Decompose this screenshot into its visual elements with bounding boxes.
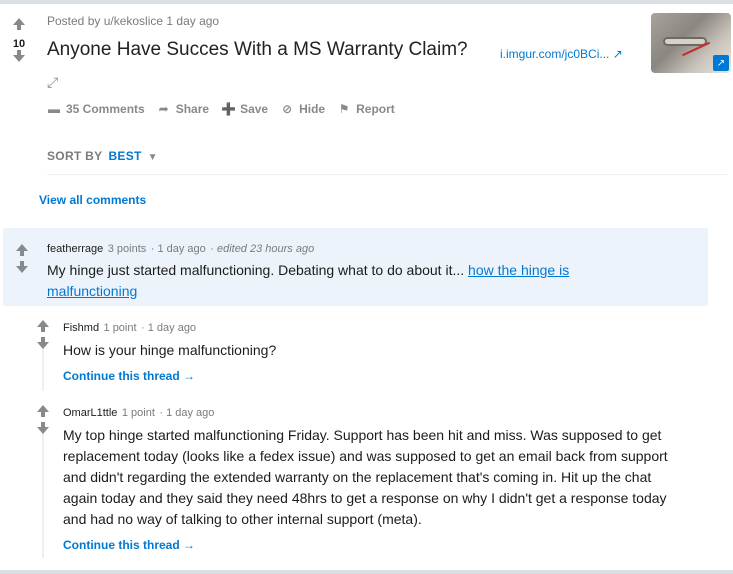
post-card: 10 Posted by u/kekoslice 1 day ago Anyon… <box>0 4 733 570</box>
sort-value[interactable]: BEST <box>108 149 141 163</box>
upvote-icon[interactable] <box>13 18 25 30</box>
comment-header: Fishmd 1 point · 1 day ago <box>63 318 703 336</box>
comment-vote <box>36 405 50 434</box>
comment-author[interactable]: OmarL1ttle <box>63 407 117 419</box>
bookmark-plus-icon: ➕ <box>221 102 237 116</box>
upvote-icon[interactable] <box>16 244 28 256</box>
comment-icon: ▬ <box>48 102 60 116</box>
comment-author[interactable]: featherrage <box>47 243 103 255</box>
view-all-comments-link[interactable]: View all comments <box>39 193 146 207</box>
share-button[interactable]: ➦ Share <box>157 102 209 116</box>
upvote-icon[interactable] <box>37 405 49 417</box>
hide-icon: ⊘ <box>282 102 293 116</box>
share-arrow-icon: ➦ <box>158 102 169 116</box>
comment-points: 1 point <box>121 407 155 419</box>
thread-line[interactable] <box>42 426 44 558</box>
chevron-down-icon[interactable]: ▼ <box>148 152 158 163</box>
comment-points: 3 points <box>107 243 147 255</box>
hide-button[interactable]: ⊘ Hide <box>280 102 325 116</box>
comment-header: featherrage 3 points · 1 day ago · edite… <box>47 239 707 257</box>
comments-label: 35 Comments <box>66 102 145 116</box>
comment-text: My top hinge started malfunctioning Frid… <box>63 427 668 527</box>
flag-icon: ⚑ <box>338 102 350 116</box>
comment-age[interactable]: 1 day ago <box>166 407 214 419</box>
hide-label: Hide <box>299 102 326 116</box>
downvote-icon[interactable] <box>37 337 49 349</box>
report-label: Report <box>356 102 395 116</box>
downvote-icon[interactable] <box>37 422 49 434</box>
external-link-icon: ↗ <box>612 47 623 61</box>
post-actions: ▬ 35 Comments ➦ Share ➕ Save ⊘ Hide ⚑ Re… <box>47 102 395 116</box>
arrow-right-icon: → <box>183 538 196 552</box>
continue-thread-link[interactable]: Continue this thread → <box>63 369 703 383</box>
comment: Fishmd 1 point · 1 day ago How is your h… <box>63 318 703 383</box>
external-link-badge-icon: ↗ <box>713 55 729 71</box>
continue-thread-label: Continue this thread <box>63 369 180 383</box>
post-title[interactable]: Anyone Have Succes With a MS Warranty Cl… <box>47 39 468 61</box>
post-vote: 10 <box>8 18 30 62</box>
separator: · <box>210 243 217 255</box>
domain-text[interactable]: i.imgur.com/jc0BCi... <box>500 47 609 61</box>
comment-edited: edited 23 hours ago <box>216 243 315 255</box>
divider <box>47 174 727 175</box>
downvote-icon[interactable] <box>16 261 28 273</box>
comments-button[interactable]: ▬ 35 Comments <box>47 102 145 116</box>
sort-label: SORT BY <box>47 149 103 163</box>
post-thumbnail[interactable]: ↗ <box>651 13 731 73</box>
sort-dropdown[interactable]: SORT BY BEST ▼ <box>47 149 158 163</box>
comment-vote <box>15 244 29 273</box>
comment: OmarL1ttle 1 point · 1 day ago My top hi… <box>63 403 693 552</box>
arrow-right-icon: → <box>183 369 196 383</box>
comment-vote <box>36 320 50 349</box>
share-label: Share <box>175 102 210 116</box>
post-domain-link[interactable]: i.imgur.com/jc0BCi... ↗ <box>500 47 623 61</box>
comment: featherrage 3 points · 1 day ago · edite… <box>47 239 707 302</box>
comment-header: OmarL1ttle 1 point · 1 day ago <box>63 403 693 421</box>
upvote-icon[interactable] <box>37 320 49 332</box>
report-button[interactable]: ⚑ Report <box>337 102 395 116</box>
continue-thread-label: Continue this thread <box>63 538 180 552</box>
expand-icon[interactable]: ⤢ <box>47 74 58 91</box>
comment-text: How is your hinge malfunctioning? <box>63 342 277 358</box>
comment-points: 1 point <box>103 322 137 334</box>
post-meta: Posted by u/kekoslice 1 day ago <box>47 14 220 28</box>
downvote-icon[interactable] <box>13 50 25 62</box>
comment-text: My hinge just started malfunctioning. De… <box>47 262 465 278</box>
comment-age[interactable]: 1 day ago <box>157 243 205 255</box>
save-button[interactable]: ➕ Save <box>221 102 268 116</box>
separator: · <box>141 322 148 334</box>
save-label: Save <box>240 102 269 116</box>
continue-thread-link[interactable]: Continue this thread → <box>63 538 693 552</box>
comment-body: My hinge just started malfunctioning. De… <box>47 260 647 302</box>
comment-age[interactable]: 1 day ago <box>148 322 196 334</box>
post-score: 10 <box>12 38 26 50</box>
comment-author[interactable]: Fishmd <box>63 322 99 334</box>
